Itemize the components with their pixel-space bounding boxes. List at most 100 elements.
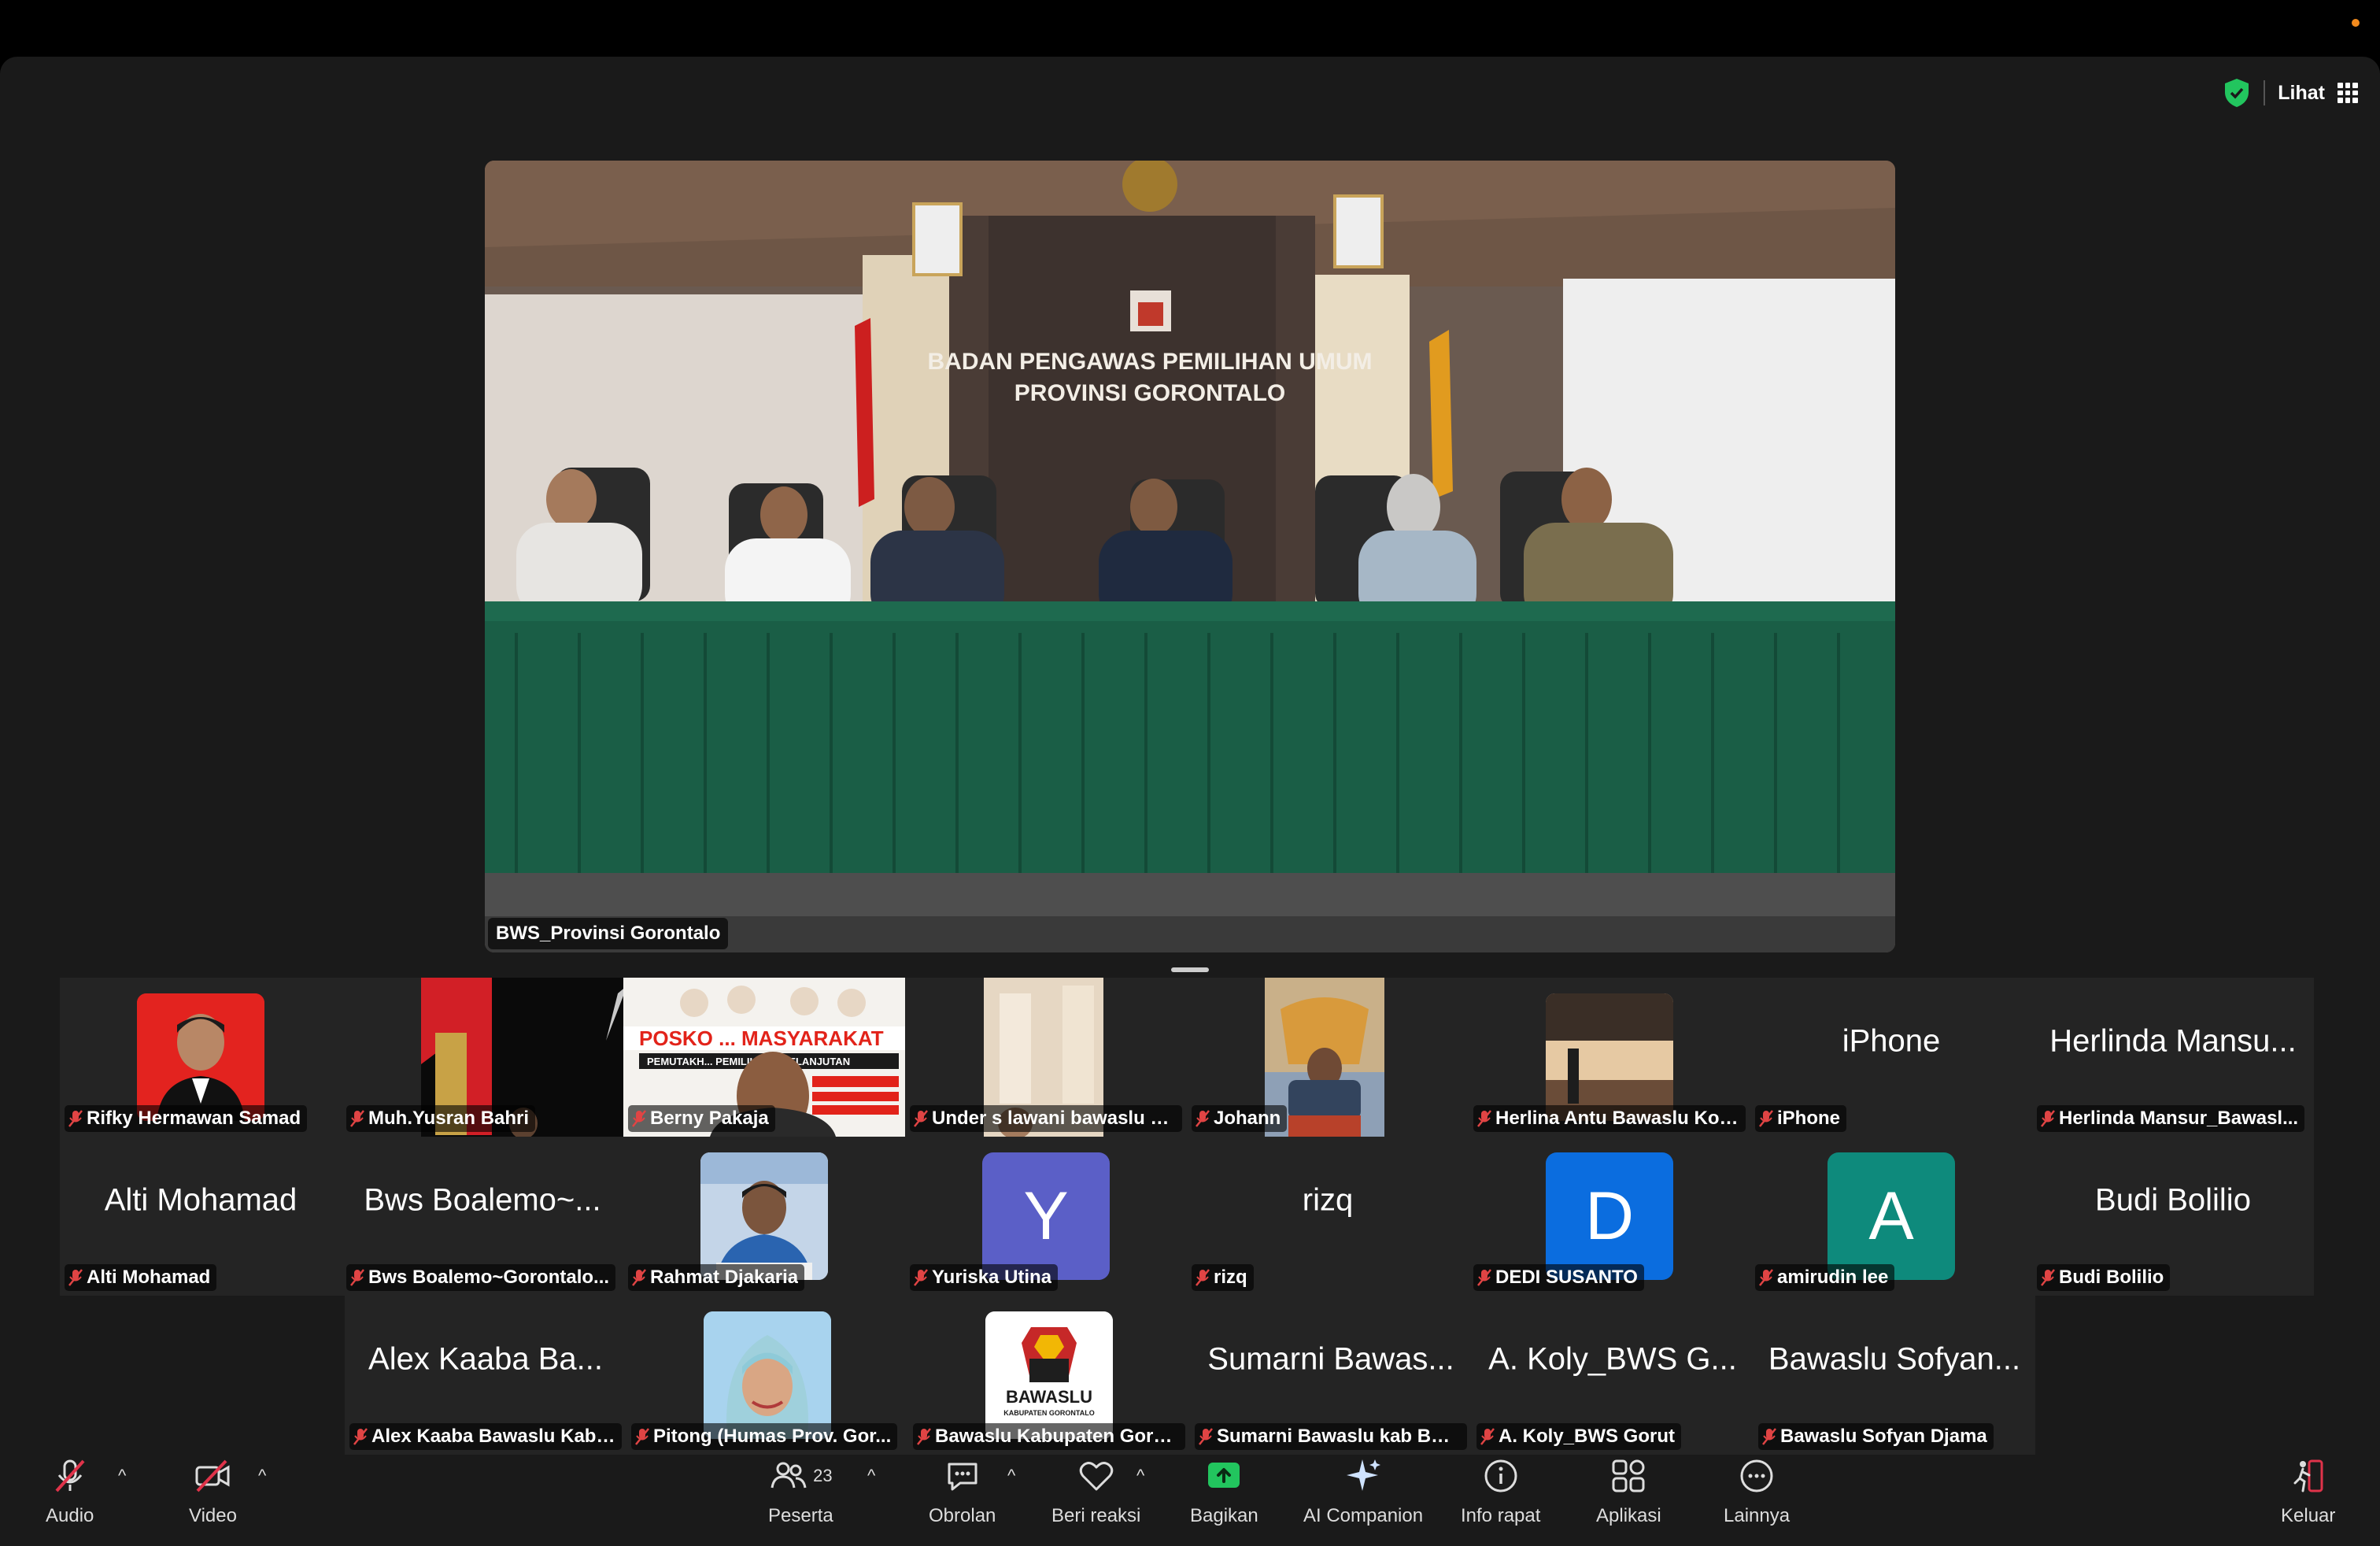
- audio-button[interactable]: Audio: [46, 1455, 94, 1527]
- svg-text:POSKO ... MASYARAKAT: POSKO ... MASYARAKAT: [639, 1026, 884, 1050]
- view-separator: [2264, 80, 2266, 105]
- participants-button[interactable]: 23 Peserta: [768, 1455, 833, 1527]
- participant-name: Sumarni Bawaslu kab Boa...: [1217, 1426, 1461, 1447]
- chat-options-caret-icon[interactable]: ^: [1007, 1466, 1015, 1486]
- participant-tile[interactable]: A. Koly_BWS G... A. Koly_BWS Gorut: [1472, 1296, 1754, 1455]
- leave-button[interactable]: Keluar: [2281, 1455, 2335, 1527]
- participant-label: iPhone: [1755, 1105, 1847, 1132]
- participant-tile[interactable]: iPhone iPhone: [1750, 978, 2032, 1137]
- encryption-shield-icon[interactable]: [2223, 77, 2251, 109]
- participant-tile[interactable]: Muh.Yusran Bahri: [342, 978, 623, 1137]
- gallery-row-3: Alex Kaaba Ba... Alex Kaaba Bawaslu Kab.…: [345, 1296, 2035, 1455]
- video-label: Video: [189, 1505, 237, 1526]
- participant-tile[interactable]: Rahmat Djakaria: [623, 1137, 905, 1296]
- participant-name: Rifky Hermawan Samad: [87, 1108, 301, 1129]
- audio-label: Audio: [46, 1505, 94, 1526]
- muted-mic-icon: [68, 1110, 83, 1127]
- participant-display-name: Bawaslu Sofyan...: [1768, 1341, 2021, 1377]
- muted-mic-icon: [1762, 1428, 1776, 1445]
- muted-mic-icon: [1477, 1269, 1491, 1286]
- participant-name: Budi Bolilio: [2059, 1267, 2164, 1288]
- apps-label: Aplikasi: [1596, 1505, 1661, 1526]
- sign-line-1: BADAN PENGAWAS PEMILIHAN UMUM: [927, 349, 1372, 375]
- participant-label: Sumarni Bawaslu kab Boa...: [1195, 1423, 1467, 1450]
- participant-tile[interactable]: Rifky Hermawan Samad: [60, 978, 342, 1137]
- participant-name: Herlina Antu Bawaslu Kot...: [1495, 1108, 1739, 1129]
- chat-icon: [948, 1463, 978, 1491]
- avatar: D: [1546, 1152, 1673, 1280]
- view-button[interactable]: Lihat: [2223, 74, 2358, 112]
- participant-label: Rahmat Djakaria: [628, 1264, 805, 1291]
- react-options-caret-icon[interactable]: ^: [1136, 1466, 1144, 1486]
- participant-tile[interactable]: Bawaslu Sofyan... Bawaslu Sofyan Djama: [1754, 1296, 2035, 1455]
- participant-tile[interactable]: Johann: [1187, 978, 1469, 1137]
- info-icon: [1484, 1459, 1517, 1492]
- video-options-caret-icon[interactable]: ^: [258, 1466, 266, 1486]
- participant-label: Bawaslu Sofyan Djama: [1758, 1423, 1994, 1450]
- participant-display-name: A. Koly_BWS G...: [1488, 1341, 1737, 1377]
- participant-tile[interactable]: Herlinda Mansu... Herlinda Mansur_Bawasl…: [2032, 978, 2314, 1137]
- react-label: Beri reaksi: [1051, 1505, 1141, 1526]
- apps-button[interactable]: Aplikasi: [1596, 1455, 1661, 1527]
- muted-mic-icon: [1199, 1428, 1213, 1445]
- participant-name: amirudin lee: [1777, 1267, 1889, 1288]
- participant-label: rizq: [1192, 1264, 1254, 1291]
- participant-label: A. Koly_BWS Gorut: [1476, 1423, 1682, 1450]
- mic-muted-icon: [55, 1459, 85, 1492]
- participant-display-name: iPhone: [1842, 1023, 1941, 1059]
- gallery-resize-handle[interactable]: [1171, 967, 1209, 972]
- meeting-info-button[interactable]: Info rapat: [1461, 1455, 1540, 1527]
- participant-label: Under s lawani bawaslu k...: [910, 1105, 1182, 1132]
- participant-name: Alti Mohamad: [87, 1267, 211, 1288]
- participant-tile[interactable]: Y Yuriska Utina: [905, 1137, 1187, 1296]
- video-button[interactable]: Video: [189, 1455, 237, 1527]
- participant-name: Herlinda Mansur_Bawasl...: [2059, 1108, 2299, 1129]
- participant-label: Rifky Hermawan Samad: [65, 1105, 308, 1132]
- audio-options-caret-icon[interactable]: ^: [118, 1466, 126, 1486]
- svg-text:KABUPATEN GORONTALO: KABUPATEN GORONTALO: [1003, 1409, 1095, 1417]
- avatar-letter: Y: [1023, 1178, 1069, 1254]
- sign-line-2: PROVINSI GORONTALO: [1014, 380, 1285, 406]
- speaker-name-tag: BWS_Provinsi Gorontalo: [488, 918, 729, 949]
- participant-label: Muh.Yusran Bahri: [346, 1105, 536, 1132]
- participant-tile[interactable]: BAWASLU KABUPATEN GORONTALO Bawaslu Kabu…: [908, 1296, 1190, 1455]
- participant-tile[interactable]: D DEDI SUSANTO: [1469, 1137, 1750, 1296]
- avatar: Y: [982, 1152, 1110, 1280]
- speaker-video-frame: BADAN PENGAWAS PEMILIHAN UMUM PROVINSI G…: [485, 161, 1895, 952]
- chat-button[interactable]: Obrolan: [929, 1455, 996, 1527]
- participant-label: Berny Pakaja: [628, 1105, 775, 1132]
- camera-off-icon: [195, 1459, 230, 1492]
- participant-tile[interactable]: Alti Mohamad Alti Mohamad: [60, 1137, 342, 1296]
- participant-name: Berny Pakaja: [650, 1108, 769, 1129]
- meeting-window: Lihat BADAN PENGAWAS PEMILIHAN UMUM PROV…: [0, 57, 2380, 1546]
- participant-tile[interactable]: Bws Boalemo~... Bws Boalemo~Gorontalo...: [342, 1137, 623, 1296]
- participant-name: Bawaslu Sofyan Djama: [1780, 1426, 1987, 1447]
- participant-label: Bws Boalemo~Gorontalo...: [346, 1264, 616, 1291]
- participant-tile[interactable]: Sumarni Bawas... Sumarni Bawaslu kab Boa…: [1190, 1296, 1472, 1455]
- participant-tile[interactable]: Budi Bolilio Budi Bolilio: [2032, 1137, 2314, 1296]
- participant-tile[interactable]: Under s lawani bawaslu k...: [905, 978, 1187, 1137]
- view-label: Lihat: [2278, 81, 2325, 104]
- share-button[interactable]: Bagikan: [1190, 1455, 1258, 1527]
- participant-tile[interactable]: Alex Kaaba Ba... Alex Kaaba Bawaslu Kab.…: [345, 1296, 626, 1455]
- participants-options-caret-icon[interactable]: ^: [867, 1466, 875, 1486]
- active-speaker-video[interactable]: BADAN PENGAWAS PEMILIHAN UMUM PROVINSI G…: [485, 161, 1895, 952]
- exit-door-icon: [2293, 1459, 2323, 1492]
- meeting-info-label: Info rapat: [1461, 1505, 1541, 1526]
- react-button[interactable]: Beri reaksi: [1051, 1455, 1140, 1527]
- participant-display-name: Alex Kaaba Ba...: [368, 1341, 603, 1377]
- participant-tile[interactable]: rizq rizq: [1187, 1137, 1469, 1296]
- ai-companion-button[interactable]: AI Companion: [1303, 1455, 1423, 1527]
- more-button[interactable]: Lainnya: [1724, 1455, 1790, 1527]
- participant-display-name: Alti Mohamad: [104, 1182, 298, 1218]
- apps-icon: [1612, 1459, 1645, 1492]
- participant-tile[interactable]: A amirudin lee: [1750, 1137, 2032, 1296]
- participant-name: Bws Boalemo~Gorontalo...: [368, 1267, 610, 1288]
- participant-tile[interactable]: POSKO ... MASYARAKAT PEMUTAKH... PEMILIH…: [623, 978, 905, 1137]
- participant-tile[interactable]: Herlina Antu Bawaslu Kot...: [1469, 978, 1750, 1137]
- participant-tile[interactable]: Pitong (Humas Prov. Gor...: [626, 1296, 908, 1455]
- participant-label: Alex Kaaba Bawaslu Kab....: [349, 1423, 622, 1450]
- participant-label: Budi Bolilio: [2037, 1264, 2171, 1291]
- participant-name: Yuriska Utina: [932, 1267, 1052, 1288]
- avatar: [700, 1152, 828, 1280]
